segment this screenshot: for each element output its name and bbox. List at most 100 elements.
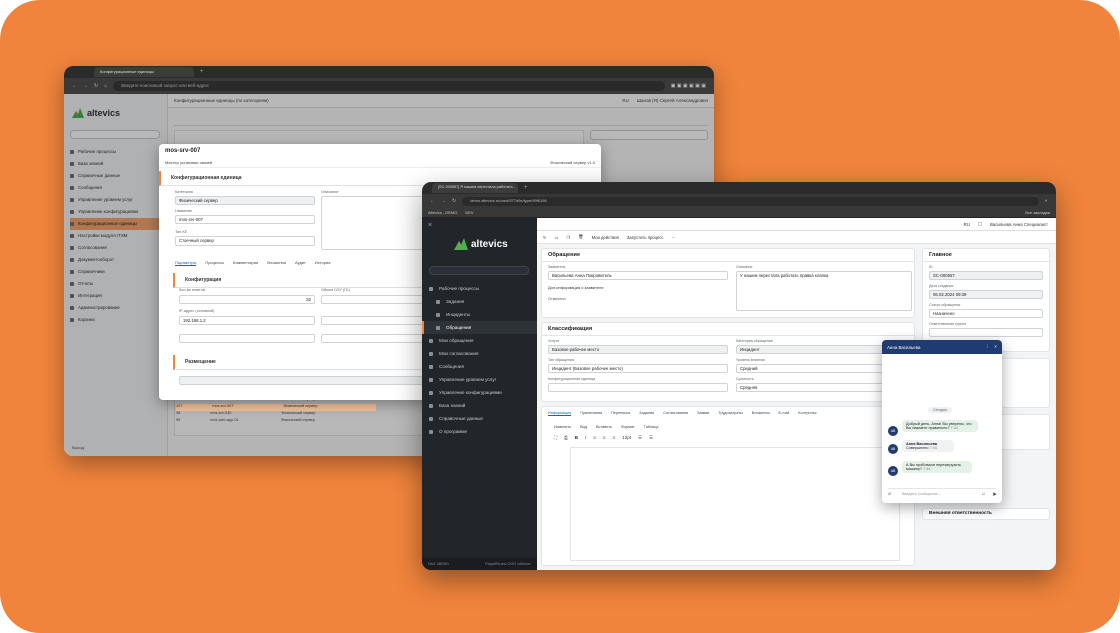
tab-approvals[interactable]: Согласования	[663, 411, 688, 416]
category-field[interactable]: Физический сервер	[175, 196, 315, 205]
units-field[interactable]: 32	[179, 295, 315, 304]
bold-icon[interactable]: B	[575, 435, 578, 441]
tab-email[interactable]: E-mail	[779, 411, 790, 416]
tab-comments[interactable]: Комментарии	[233, 260, 258, 266]
back-icon[interactable]: ←	[430, 198, 435, 204]
type-field[interactable]: Инцидент (Базовое рабочее место)	[548, 364, 728, 373]
created-field[interactable]: 06.02.2024 09:39	[929, 290, 1043, 299]
tab-attachments[interactable]: Вложения	[752, 411, 770, 416]
ke-field[interactable]	[548, 383, 728, 392]
tab-processes[interactable]: Процессы	[205, 260, 224, 266]
new-tab-icon[interactable]: +	[200, 69, 204, 75]
nav-item[interactable]: Инциденты	[422, 308, 537, 321]
description-field[interactable]: У нашем перестала работать правка клапка	[736, 271, 912, 311]
chat-input[interactable]: Введите сообщение...	[888, 488, 996, 498]
start-process-button[interactable]: Запустить процесс	[627, 235, 664, 240]
bookmark-dev[interactable]: DEV	[465, 210, 473, 215]
print-icon[interactable]: ⎙	[564, 435, 568, 441]
all-bookmarks[interactable]: Все закладки	[1025, 210, 1050, 215]
right-address-bar[interactable]: demo.altevics.ru/card/577d9c/type/99f615…	[462, 196, 1039, 206]
new-tab-icon[interactable]: +	[524, 185, 528, 191]
applicant-field[interactable]: Васильева Анна Покровитель	[548, 271, 728, 280]
save-icon[interactable]: ▭	[555, 235, 559, 240]
tab-info[interactable]: Информация	[548, 411, 572, 416]
tab-params[interactable]: Параметры	[175, 260, 197, 266]
reload-icon[interactable]: ↻	[94, 83, 98, 89]
version-select[interactable]: Физический сервер v1.0	[550, 160, 595, 165]
table-row[interactable]: 36 mos-srv-030 Физический сервер	[176, 411, 376, 418]
ip-field[interactable]: 192.168.1.2	[179, 316, 315, 325]
back-icon[interactable]: ←	[72, 83, 77, 89]
link-wizard-button[interactable]: Мастер установки связей	[165, 160, 212, 165]
forward-icon[interactable]: →	[83, 83, 88, 89]
nav-item[interactable]: Управление конфигурациями	[422, 386, 537, 399]
align-center-icon[interactable]: ≡	[603, 435, 606, 441]
attach-icon[interactable]: ⌀	[888, 491, 891, 497]
nav-item[interactable]: Рабочие процессы	[422, 282, 537, 295]
bookmark-demo[interactable]: Altevics - DEMO	[428, 210, 457, 215]
forward-icon[interactable]: →	[441, 198, 446, 204]
name-field[interactable]: mos-srv-007	[175, 215, 315, 224]
group-field[interactable]	[929, 328, 1043, 337]
ip-extra-field[interactable]	[179, 334, 315, 343]
status-select[interactable]: Назначено	[929, 309, 1043, 318]
copy-icon[interactable]: ❐	[566, 235, 570, 240]
refresh-icon[interactable]: ↻	[543, 235, 547, 240]
id-field[interactable]: SC-000557	[929, 271, 1043, 280]
extensions-icon[interactable]: ▣ ▣ ▣ ▣ ▣ ▣	[671, 83, 706, 89]
lang-switch[interactable]: RU	[964, 222, 970, 227]
tab-attachments[interactable]: Вложения	[267, 260, 286, 266]
my-actions-button[interactable]: Мои действия	[592, 235, 619, 240]
tab-control[interactable]: Контрольс	[798, 411, 816, 416]
emoji-icon[interactable]: ☺	[981, 491, 986, 497]
tab-notes[interactable]: Примечания	[580, 411, 602, 416]
menu-toggle[interactable]: НАЗ. МЕНЮ	[428, 562, 449, 566]
nav-item[interactable]: Справочные данные	[422, 412, 537, 425]
nav-item[interactable]: Управление уровнем услуг	[422, 373, 537, 386]
sidebar-search-input[interactable]	[429, 266, 529, 275]
tab-correspondence[interactable]: Переписка	[611, 411, 630, 416]
close-icon[interactable]: ×	[428, 222, 432, 229]
align-right-icon[interactable]: ≡	[613, 435, 616, 441]
menu-format[interactable]: Формат	[621, 425, 635, 429]
nav-item-active[interactable]: Обращения	[422, 321, 537, 334]
home-icon[interactable]: ⌂	[104, 83, 107, 89]
send-icon[interactable]: ➤	[992, 491, 997, 498]
nav-item[interactable]: База знаний	[422, 399, 537, 412]
service-field[interactable]: Базовое рабочее место	[548, 345, 728, 354]
nav-item[interactable]: Задания	[422, 295, 537, 308]
tab-history[interactable]: История	[315, 260, 331, 266]
menu-insert[interactable]: Вставить	[596, 425, 612, 429]
tab-tasks[interactable]: Задания	[639, 411, 654, 416]
italic-icon[interactable]: I	[585, 435, 586, 441]
delete-icon[interactable]: 🗑	[578, 234, 583, 240]
numbered-list-icon[interactable]: ☰	[649, 435, 653, 441]
tab-labor[interactable]: Трудозатраты	[718, 411, 742, 416]
left-browser-tab[interactable]: Конфигурационные единицы	[94, 67, 194, 77]
tab-audit[interactable]: Аудит	[295, 260, 306, 266]
profile-icon[interactable]: ◐	[1045, 198, 1048, 204]
table-row[interactable]: 99 mos-web-app-01 Физический сервер	[176, 418, 376, 425]
font-size-select[interactable]: 12pt	[622, 435, 631, 441]
align-left-icon[interactable]: ≡	[593, 435, 596, 441]
table-row-selected[interactable]: 107 mos-srv-007 Физический сервер	[176, 404, 376, 411]
bullet-list-icon[interactable]: ☰	[638, 435, 642, 441]
reload-icon[interactable]: ↻	[452, 198, 456, 204]
menu-view[interactable]: Вид	[580, 425, 587, 429]
fullscreen-icon[interactable]: ⛶	[554, 435, 557, 441]
type-select[interactable]: Стоечный сервер	[175, 236, 315, 246]
chat-menu-icon[interactable]: ⋮	[985, 344, 989, 350]
nav-item[interactable]: О программе	[422, 425, 537, 438]
menu-edit[interactable]: Изменить	[554, 425, 571, 429]
user-name[interactable]: Васильева Анна Специалист	[990, 222, 1048, 227]
external-responsibility[interactable]: Внешняя ответственность	[922, 508, 1050, 520]
chat-close-icon[interactable]: ×	[994, 344, 997, 350]
menu-table[interactable]: Таблица	[644, 425, 659, 429]
tab-requests[interactable]: Заявки	[697, 411, 709, 416]
right-browser-tab[interactable]: [SC-000557] Я нашем перестала работать..…	[432, 183, 518, 193]
nav-item[interactable]: Мои согласования	[422, 347, 537, 360]
chat-icon[interactable]: ▢	[978, 221, 982, 227]
editor-area[interactable]	[570, 447, 900, 561]
location-field[interactable]	[179, 376, 429, 385]
left-address-bar[interactable]: Введите поисковый запрос или веб-адрес	[113, 81, 665, 91]
